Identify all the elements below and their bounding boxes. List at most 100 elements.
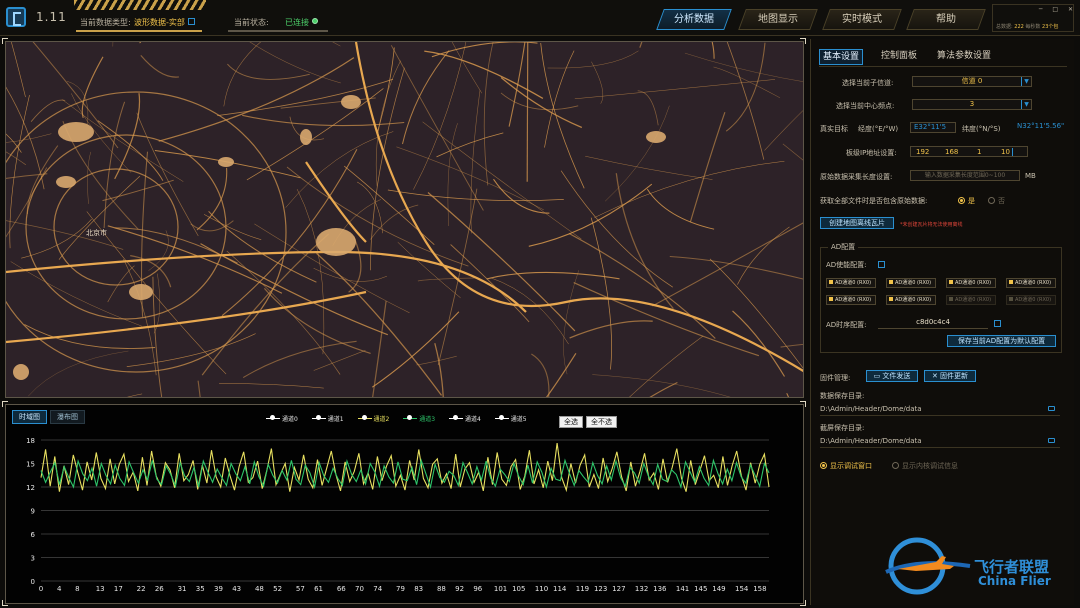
map-road (197, 380, 201, 397)
ad-channel-checkbox[interactable]: AD通道0 (RX0) (826, 295, 876, 305)
x-tick-label: 26 (155, 585, 164, 593)
ip-octet-3[interactable]: 1 (977, 148, 981, 156)
watermark-en: China Flier (978, 574, 1051, 588)
checkbox-icon (829, 297, 833, 301)
tab-algorithm-settings[interactable]: 算法参数设置 (937, 49, 991, 65)
folder-icon[interactable] (1048, 438, 1055, 443)
tab-basic-settings[interactable]: 基本设置 (819, 49, 864, 65)
map-road (615, 173, 674, 310)
map-view[interactable]: 北京市 (5, 41, 804, 398)
include-raw-yes[interactable]: 是 (958, 196, 975, 206)
ad-channel-checkbox[interactable]: AD通道0 (RX0) (826, 278, 876, 288)
ad-channel-checkbox[interactable]: AD通道0 (RX0) (886, 278, 936, 288)
center-freq-label: 选择当前中心频点: (836, 102, 895, 110)
map-road (637, 90, 659, 126)
map-road (6, 133, 22, 153)
tab-control-panel[interactable]: 控制面板 (881, 49, 917, 65)
firmware-update-button[interactable]: ✕ 固件更新 (924, 370, 976, 382)
lat-label: 纬度(°N/°S) (962, 125, 1001, 133)
ad-timing-icon[interactable] (994, 320, 1001, 327)
show-debug-radio[interactable]: 显示调试窗口 (820, 461, 872, 471)
shot-dir-input[interactable]: D:\Admin/Header/Dome/data (820, 437, 1060, 448)
ip-octet-1[interactable]: 192 (916, 148, 929, 156)
ad-channel-checkbox[interactable]: AD通道0 (RX0) (1006, 295, 1056, 305)
top-bar: 1.11 当前数据类型: 波形数据-实部 当前状态: 已连接 分析数据 地图显示… (0, 0, 1080, 36)
create-tiles-button[interactable]: 创建地图离线瓦片 (820, 217, 894, 229)
chevron-down-icon: ▼ (1021, 77, 1031, 86)
save-ad-default-button[interactable]: 保存当前AD配置为默认配置 (947, 335, 1056, 347)
map-road (11, 42, 26, 98)
create-tiles-hint: *未创建瓦片将无法使用离线 (900, 222, 963, 228)
map-road (500, 92, 579, 111)
map-road (483, 42, 494, 186)
map-road (316, 252, 443, 396)
folder-icon[interactable] (1048, 406, 1055, 411)
map-road (112, 42, 114, 47)
map-road (296, 188, 325, 355)
ad-channel-checkbox[interactable]: AD通道0 (RX0) (1006, 278, 1056, 288)
map-road (486, 271, 620, 280)
chart-corner-bl (2, 600, 8, 606)
ad-enable-icon[interactable] (878, 261, 885, 268)
chart-corner-tl (2, 401, 8, 407)
map-road (280, 97, 376, 109)
x-tick-label: 127 (612, 585, 625, 593)
checkbox-icon (889, 297, 893, 301)
chart-panel: 时域图 瀑布图 通道0 通道1 通道2 通道3 通道4 通道5 全选 全不选 0… (5, 404, 804, 604)
data-type-icon[interactable] (188, 18, 195, 25)
map-road (568, 232, 716, 339)
map-road (242, 114, 405, 127)
tab-analyze[interactable]: 分析数据 (656, 9, 732, 30)
ad-channel-checkbox[interactable]: AD通道0 (RX0) (946, 278, 996, 288)
total-label: 总数据: (996, 24, 1013, 30)
tab-map[interactable]: 地图显示 (738, 9, 818, 30)
x-tick-label: 61 (314, 585, 323, 593)
ad-channel-checkbox[interactable]: AD通道0 (RX0) (886, 295, 936, 305)
ip-octet-4[interactable]: 10 (1001, 148, 1013, 156)
map-road (140, 55, 179, 78)
length-input[interactable]: 输入数据采集长度范围0~100 (910, 170, 1020, 181)
map-road (313, 350, 366, 371)
header-stripes (74, 0, 206, 10)
include-raw-no[interactable]: 否 (988, 196, 1005, 206)
x-tick-label: 17 (114, 585, 123, 593)
x-tick-label: 119 (576, 585, 589, 593)
x-tick-label: 0 (39, 585, 43, 593)
map-road (684, 52, 803, 82)
x-tick-label: 105 (512, 585, 525, 593)
map-road (490, 277, 569, 345)
x-tick-label: 22 (137, 585, 146, 593)
ip-label: 板级IP地址设置: (846, 149, 897, 157)
tab-realtime[interactable]: 实时模式 (822, 9, 902, 30)
lon-input[interactable]: E32°11'5 (910, 122, 956, 133)
x-tick-label: 136 (653, 585, 667, 593)
map-road (434, 343, 444, 397)
map-road (227, 63, 310, 80)
map-road (689, 112, 726, 223)
map-road (417, 277, 475, 282)
map-road (424, 50, 544, 99)
x-tick-label: 4 (57, 585, 62, 593)
center-freq-select[interactable]: 3 ▼ (912, 99, 1032, 110)
file-send-button[interactable]: ▭ 文件发送 (866, 370, 918, 382)
ad-timing-input[interactable]: c8d0c4c4 (878, 318, 988, 329)
x-tick-label: 83 (414, 585, 423, 593)
x-tick-label: 149 (712, 585, 725, 593)
map-area (316, 228, 356, 256)
ad-channel-checkbox[interactable]: AD通道0 (RX0) (946, 295, 996, 305)
lat-input[interactable]: N32°11'5.56" (1014, 122, 1070, 133)
x-tick-label: 79 (396, 585, 405, 593)
ip-octet-2[interactable]: 168 (945, 148, 958, 156)
map-road (226, 250, 341, 375)
status-dot-icon (312, 18, 318, 24)
x-tick-label: 92 (455, 585, 464, 593)
win-max-button[interactable]: □ (1052, 6, 1058, 13)
show-internal-radio[interactable]: 显示内核调试信息 (892, 461, 958, 471)
tab-help[interactable]: 帮助 (906, 9, 986, 30)
checkbox-icon (949, 280, 953, 284)
data-dir-input[interactable]: D:\Admin/Header/Dome/data (820, 405, 1060, 416)
win-min-button[interactable]: ─ (1039, 6, 1043, 13)
map-road (148, 230, 169, 271)
win-close-button[interactable]: ✕ (1068, 6, 1073, 13)
subchannel-select[interactable]: 信道 0 ▼ (912, 76, 1032, 87)
